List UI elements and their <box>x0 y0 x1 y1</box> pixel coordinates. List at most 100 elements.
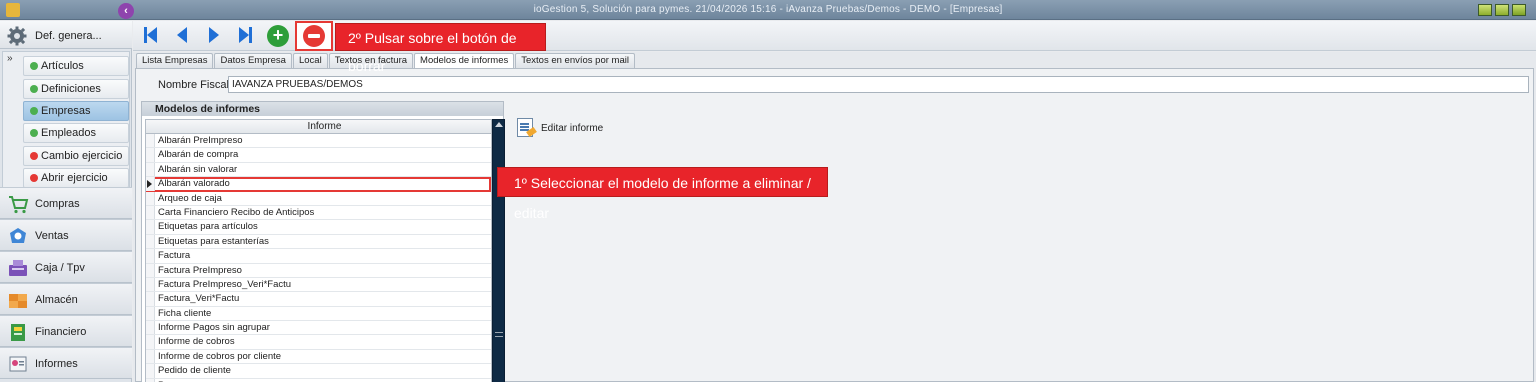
column-header-informe[interactable]: Informe <box>146 120 491 134</box>
row-label: Etiquetas para estanterías <box>158 235 269 247</box>
table-row[interactable]: Factura PreImpreso <box>146 263 491 278</box>
row-label: Factura PreImpreso <box>158 264 242 276</box>
row-indicator <box>146 134 155 148</box>
nav-sub-panel: » Artículos Definiciones Empresas Emplea… <box>2 51 130 209</box>
row-label: Albarán sin valorar <box>158 163 238 175</box>
nombre-fiscal-field[interactable]: IAVANZA PRUEBAS/DEMOS <box>228 76 1529 93</box>
title-bar: ioGestion 5, Solución para pymes. 21/04/… <box>0 0 1536 20</box>
table-row[interactable]: Informe de cobros por cliente <box>146 349 491 365</box>
row-selector-icon <box>147 180 152 189</box>
tab-textos-envios-mail[interactable]: Textos en envíos por mail <box>515 53 635 68</box>
last-record-icon[interactable] <box>235 24 257 46</box>
register-icon <box>9 260 27 276</box>
row-indicator <box>146 292 155 306</box>
table-row[interactable]: Etiquetas para estanterías <box>146 234 491 250</box>
table-row[interactable]: Albarán sin valorar <box>146 162 491 178</box>
warehouse-icon <box>9 294 27 308</box>
nav-item-abrir-ejercicio[interactable]: Abrir ejercicio <box>23 168 129 188</box>
table-row[interactable]: Albarán de compra <box>146 148 491 163</box>
tab-local[interactable]: Local <box>292 53 328 68</box>
table-row[interactable]: Carta Financiero Recibo de Anticipos <box>146 205 491 221</box>
row-indicator <box>146 205 155 220</box>
table-row[interactable]: Informe Pagos sin agrupar <box>146 321 491 336</box>
table-row[interactable]: Factura_Veri*Factu <box>146 292 491 307</box>
table-row[interactable]: Albarán valorado <box>146 177 491 192</box>
tab-lista-empresas[interactable]: Lista Empresas <box>136 53 214 68</box>
first-record-icon[interactable] <box>139 24 161 46</box>
table-row[interactable]: Factura <box>146 249 491 264</box>
table-row[interactable]: Informe de cobros <box>146 335 491 350</box>
row-indicator <box>146 306 155 321</box>
module-compras[interactable]: Compras <box>0 187 132 219</box>
instruction-callout-step1: 1º Seleccionar el modelo de informe a el… <box>497 167 828 221</box>
row-indicator <box>146 364 155 378</box>
nav-item-definiciones[interactable]: Definiciones <box>23 79 129 99</box>
table-row[interactable]: Pedido de cliente <box>146 364 491 379</box>
nav-item-label: Cambio ejercicio <box>41 150 123 162</box>
modelos-panel-title: Modelos de informes <box>142 102 503 116</box>
nav-item-cambio-ejercicio[interactable]: Cambio ejercicio <box>23 146 129 166</box>
row-label: Factura_Veri*Factu <box>158 293 240 305</box>
maximize-icon[interactable] <box>1495 4 1509 16</box>
modelos-panel: Modelos de informes Informe Albarán PreI… <box>141 101 505 382</box>
grid-scrollbar[interactable] <box>492 119 505 382</box>
nav-item-label: Empleados <box>41 127 97 139</box>
table-row[interactable]: Etiquetas para artículos <box>146 220 491 235</box>
table-row[interactable]: Ficha cliente <box>146 306 491 322</box>
scroll-up-icon[interactable] <box>495 122 503 127</box>
table-row[interactable]: Arqueo de caja <box>146 191 491 206</box>
module-label: Compras <box>35 198 80 210</box>
row-indicator <box>146 148 155 162</box>
tab-modelos-de-informes[interactable]: Modelos de informes <box>414 53 515 68</box>
row-label: Factura PreImpreso_Veri*Factu <box>158 278 292 290</box>
gear-icon <box>7 26 27 46</box>
grid-rows: Albarán PreImpreso Albarán de compra Albar… <box>146 134 491 382</box>
cart-icon <box>9 196 29 214</box>
module-label: Almacén <box>35 294 78 306</box>
status-dot-icon <box>30 85 38 93</box>
module-ventas[interactable]: Ventas <box>0 219 132 251</box>
row-label: Carta Financiero Recibo de Anticipos <box>158 206 315 218</box>
status-dot-icon <box>30 152 38 160</box>
row-indicator <box>146 162 155 177</box>
nav-item-empleados[interactable]: Empleados <box>23 123 129 143</box>
next-record-icon[interactable] <box>203 24 225 46</box>
instruction-callout-step2: 2º Pulsar sobre el botón de borrar <box>335 23 546 74</box>
collapse-nav-icon[interactable]: ‹ <box>118 3 134 19</box>
delete-record-button[interactable] <box>303 25 325 47</box>
row-label: Factura <box>158 250 191 262</box>
row-indicator <box>146 277 155 292</box>
edit-report-button[interactable]: Editar informe <box>541 123 603 134</box>
tab-datos-empresa[interactable]: Datos Empresa <box>214 53 292 68</box>
delete-button-highlight <box>295 21 333 51</box>
table-row[interactable]: Presupuesto <box>146 378 491 382</box>
table-row[interactable]: Albarán PreImpreso <box>146 134 491 149</box>
scroll-grip-icon[interactable] <box>495 332 503 337</box>
row-label: Informe de cobros <box>158 336 235 348</box>
nav-item-articulos[interactable]: Artículos <box>23 56 129 76</box>
nav-header[interactable]: Def. genera... <box>0 21 132 49</box>
main-content: Lista Empresas Datos Empresa Local Texto… <box>133 52 1536 382</box>
module-caja-tpv[interactable]: Caja / Tpv <box>0 251 132 283</box>
row-indicator <box>146 349 155 364</box>
minimize-icon[interactable] <box>1478 4 1492 16</box>
add-record-button[interactable]: + <box>267 25 289 47</box>
row-indicator <box>146 321 155 335</box>
row-indicator <box>146 263 155 277</box>
close-icon[interactable] <box>1512 4 1526 16</box>
previous-record-icon[interactable] <box>171 24 193 46</box>
module-label: Ventas <box>35 230 69 242</box>
tab-strip: Lista Empresas Datos Empresa Local Texto… <box>136 53 636 68</box>
reports-icon <box>9 356 27 372</box>
module-almacen[interactable]: Almacén <box>0 283 132 315</box>
module-informes[interactable]: Informes <box>0 347 132 379</box>
edit-report-icon[interactable] <box>517 118 533 137</box>
nav-item-empresas[interactable]: Empresas <box>23 101 129 121</box>
sales-icon <box>10 228 26 243</box>
row-label: Etiquetas para artículos <box>158 221 258 233</box>
module-label: Financiero <box>35 326 87 338</box>
module-financiero[interactable]: Financiero <box>0 315 132 347</box>
table-row[interactable]: Factura PreImpreso_Veri*Factu <box>146 277 491 293</box>
nav-header-label: Def. genera... <box>35 30 102 42</box>
chevron-up-icon[interactable]: » <box>7 53 13 64</box>
